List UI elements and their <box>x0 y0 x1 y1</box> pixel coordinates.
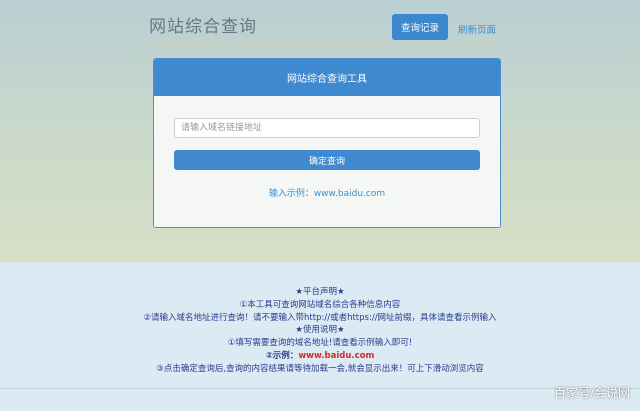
footer-divider <box>0 388 640 389</box>
page-title: 网站综合查询 <box>149 17 257 37</box>
top-area: 网站综合查询 查询记录 刷新页面 网站综合查询工具 确定查询 输入示例：www.… <box>0 0 640 262</box>
notice-text-block: ★平台声明★ ①本工具可查询网站域名综合各种信息内容 ②请输入域名地址进行查询！… <box>0 286 640 376</box>
watermark: 百家号/会说网 <box>553 386 630 400</box>
domain-input[interactable] <box>174 118 480 138</box>
submit-query-button[interactable]: 确定查询 <box>174 150 480 170</box>
usage-item-1: ①填写需要查询的域名地址!请查看示例输入即可! <box>227 338 413 349</box>
panel-title: 网站综合查询工具 <box>154 59 500 96</box>
usage-item-2: ②示例：www.baidu.com <box>0 350 640 363</box>
usage-item-2-prefix: ②示例： <box>265 350 299 361</box>
usage-item-3: ③点击确定查询后,查询的内容结果请等待加载一会,就会显示出来！可上下滑动浏览内容 <box>156 363 484 374</box>
platform-heading: ★平台声明★ <box>295 287 345 297</box>
refresh-page-link[interactable]: 刷新页面 <box>458 22 496 36</box>
panel-body: 确定查询 输入示例：www.baidu.com <box>154 96 500 227</box>
platform-item-1: ①本工具可查询网站域名综合各种信息内容 <box>239 299 401 310</box>
header-divider <box>149 44 503 45</box>
platform-item-2: ②请输入域名地址进行查询！请不要输入带http://或者https://网址前缀… <box>143 312 497 323</box>
usage-example-domain: www.baidu.com <box>298 350 375 361</box>
query-panel: 网站综合查询工具 确定查询 输入示例：www.baidu.com <box>153 58 501 228</box>
notice-section: ★平台声明★ ①本工具可查询网站域名综合各种信息内容 ②请输入域名地址进行查询！… <box>0 262 640 411</box>
query-history-button[interactable]: 查询记录 <box>392 14 448 40</box>
usage-heading: ★使用说明★ <box>295 325 345 336</box>
input-example: 输入示例：www.baidu.com <box>268 189 386 199</box>
